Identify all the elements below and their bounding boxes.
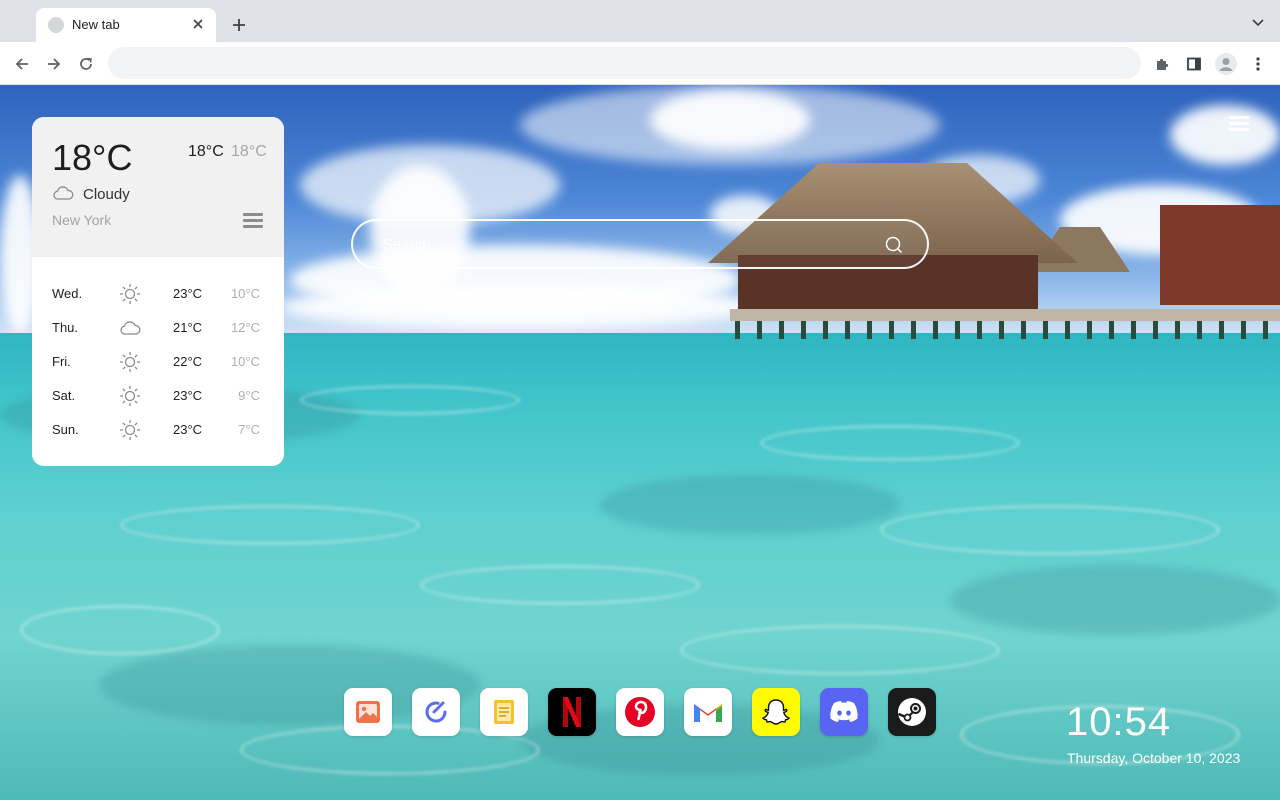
- netflix-icon: [563, 697, 581, 727]
- weather-widget[interactable]: 18°C 18°C 18°C Cloudy New York Wed. 23°C…: [32, 117, 284, 466]
- cloud-icon: [53, 186, 74, 200]
- forecast-row: Fri. 22°C 10°C: [32, 345, 284, 379]
- notes-icon: [494, 700, 514, 724]
- cloud-icon: [120, 321, 141, 335]
- weather-city: New York: [52, 212, 112, 228]
- forecast-high: 23°C: [173, 388, 203, 403]
- search-input[interactable]: [383, 233, 863, 255]
- sun-icon: [120, 386, 140, 406]
- forecast-high: 23°C: [173, 422, 203, 437]
- side-panel-button[interactable]: [1181, 51, 1207, 77]
- forecast-high: 21°C: [173, 320, 203, 335]
- notes-app[interactable]: [480, 688, 528, 736]
- search-icon[interactable]: [885, 236, 903, 254]
- snapchat-app[interactable]: [752, 688, 800, 736]
- puzzle-icon: [1157, 58, 1169, 70]
- forward-arrow-icon: [48, 58, 61, 70]
- tab-new-tab[interactable]: New tab: [36, 8, 216, 42]
- forecast-low: 10°C: [230, 286, 260, 301]
- plus-icon: [233, 19, 245, 31]
- forecast-low: 7°C: [238, 422, 260, 437]
- forecast-row: Wed. 23°C 10°C: [32, 277, 284, 311]
- discord-app[interactable]: [820, 688, 868, 736]
- image-icon: [356, 701, 380, 723]
- today-high: 18°C: [188, 143, 224, 160]
- forecast-low: 12°C: [230, 320, 260, 335]
- side-panel-icon: [1187, 57, 1201, 71]
- back-arrow-icon: [15, 58, 28, 70]
- sun-icon: [120, 352, 140, 372]
- steam-icon: [898, 698, 926, 726]
- todo-app[interactable]: [412, 688, 460, 736]
- forecast-row: Sun. 23°C 7°C: [32, 413, 284, 447]
- forecast-day: Sat.: [52, 388, 76, 403]
- search-box[interactable]: [351, 219, 929, 269]
- forecast-day: Wed.: [52, 286, 83, 301]
- new-tab-button[interactable]: [227, 13, 251, 37]
- weather-menu-icon[interactable]: [243, 213, 263, 231]
- pinterest-app[interactable]: [616, 688, 664, 736]
- reload-icon: [80, 57, 92, 70]
- browser-menu-button[interactable]: [1245, 51, 1271, 77]
- new-tab-page: 18°C 18°C 18°C Cloudy New York Wed. 23°C…: [0, 85, 1280, 800]
- snapchat-icon: [762, 699, 790, 725]
- check-icon: [425, 701, 447, 723]
- back-button[interactable]: [9, 51, 35, 77]
- sun-icon: [120, 420, 140, 440]
- forecast-day: Sun.: [52, 422, 79, 437]
- sun-icon: [120, 284, 140, 304]
- forecast-row: Thu. 21°C 12°C: [32, 311, 284, 345]
- gmail-app[interactable]: [684, 688, 732, 736]
- extensions-button[interactable]: [1149, 51, 1175, 77]
- tab-favicon-icon: [48, 17, 64, 33]
- forecast-high: 23°C: [173, 286, 203, 301]
- discord-icon: [830, 701, 858, 722]
- address-bar[interactable]: [108, 47, 1141, 79]
- forecast-low: 9°C: [238, 388, 260, 403]
- forecast-row: Sat. 23°C 9°C: [32, 379, 284, 413]
- gallery-app[interactable]: [344, 688, 392, 736]
- forecast-high: 22°C: [173, 354, 203, 369]
- today-low: 18°C: [231, 143, 267, 160]
- profile-button[interactable]: [1213, 51, 1239, 77]
- forecast-day: Fri.: [52, 354, 71, 369]
- browser-toolbar: [0, 42, 1280, 85]
- tab-search-button[interactable]: [1248, 13, 1268, 33]
- kebab-menu-icon: [1256, 57, 1260, 71]
- netflix-app[interactable]: [548, 688, 596, 736]
- reload-button[interactable]: [73, 51, 99, 77]
- tab-close-icon[interactable]: [188, 14, 208, 34]
- weather-condition: Cloudy: [83, 186, 130, 203]
- gmail-icon: [694, 704, 722, 722]
- chevron-down-icon: [1252, 19, 1264, 27]
- clock-date: Thursday, October 10, 2023: [1067, 750, 1241, 766]
- current-temperature: 18°C: [52, 137, 133, 178]
- steam-app[interactable]: [888, 688, 936, 736]
- pinterest-icon: [625, 697, 655, 727]
- tab-title: New tab: [72, 17, 120, 32]
- tab-strip: New tab: [0, 0, 1280, 42]
- page-menu-icon[interactable]: [1229, 116, 1249, 132]
- clock-time: 10:54: [1066, 700, 1172, 744]
- forecast-day: Thu.: [52, 320, 79, 335]
- weather-current: 18°C 18°C 18°C Cloudy New York: [32, 117, 284, 257]
- forward-button[interactable]: [41, 51, 67, 77]
- forecast-low: 10°C: [230, 354, 260, 369]
- avatar-icon: [1215, 53, 1237, 75]
